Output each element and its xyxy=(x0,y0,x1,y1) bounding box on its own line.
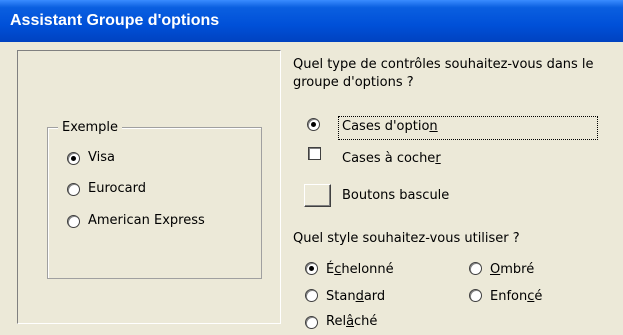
style-question: Quel style souhaitez-vous utiliser ? xyxy=(293,231,520,246)
etched-radio[interactable] xyxy=(305,262,318,275)
etched-label[interactable]: Échelonné xyxy=(326,262,394,277)
check-boxes-label[interactable]: Cases à cocher xyxy=(342,151,441,166)
shadowed-radio[interactable] xyxy=(469,262,482,275)
sunken-radio[interactable] xyxy=(469,289,482,302)
visa-label: Visa xyxy=(88,150,115,165)
example-group-box xyxy=(47,127,262,279)
toggle-buttons-radio[interactable] xyxy=(304,184,331,207)
control-type-question-line1: Quel type de contrôles souhaitez-vous da… xyxy=(293,57,594,72)
sunken-label[interactable]: Enfoncé xyxy=(490,289,542,304)
flat-label[interactable]: Standard xyxy=(326,289,385,304)
title-bar: Assistant Groupe d'options xyxy=(0,0,623,42)
option-buttons-label[interactable]: Cases d'option xyxy=(342,119,438,134)
raised-label[interactable]: Relâché xyxy=(326,314,377,329)
american-express-label: American Express xyxy=(88,213,205,228)
eurocard-label: Eurocard xyxy=(88,181,146,196)
toggle-buttons-label[interactable]: Boutons bascule xyxy=(342,188,449,203)
raised-radio[interactable] xyxy=(305,316,318,329)
check-boxes-radio[interactable] xyxy=(308,147,321,160)
eurocard-radio-icon xyxy=(67,183,80,196)
example-group-legend: Exemple xyxy=(58,120,123,135)
control-type-question: Quel type de contrôles souhaitez-vous da… xyxy=(293,56,594,92)
visa-radio-icon xyxy=(67,152,80,165)
window-title: Assistant Groupe d'options xyxy=(10,12,220,29)
control-type-question-line2: groupe d'options ? xyxy=(293,75,414,90)
option-buttons-radio[interactable] xyxy=(307,118,320,131)
shadowed-label[interactable]: Ombré xyxy=(490,262,534,277)
american-express-radio-icon xyxy=(67,215,80,228)
flat-radio[interactable] xyxy=(305,289,318,302)
